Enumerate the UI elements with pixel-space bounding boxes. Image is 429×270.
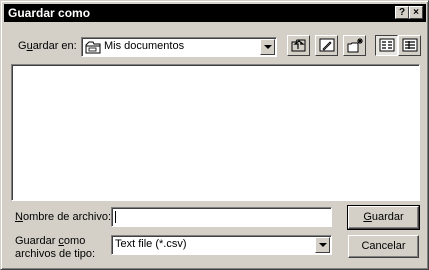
details-view-icon <box>402 38 418 52</box>
filename-label: Nombre de archivo: <box>15 211 111 223</box>
desktop-icon <box>319 38 335 52</box>
save-in-dropdown[interactable]: Mis documentos <box>81 37 277 57</box>
up-folder-icon <box>291 39 306 52</box>
new-folder-button[interactable] <box>343 35 366 56</box>
desktop-button[interactable] <box>315 35 338 56</box>
filename-input[interactable] <box>111 207 332 227</box>
list-view-button[interactable] <box>375 35 398 56</box>
folder-icon <box>85 40 101 57</box>
filetype-value: Text file (*.csv) <box>115 238 187 250</box>
chevron-down-icon[interactable] <box>260 39 275 55</box>
new-folder-icon <box>347 38 363 53</box>
file-list-pane[interactable] <box>11 64 420 201</box>
save-in-value: Mis documentos <box>104 40 185 52</box>
filetype-label: Guardar como archivos de tipo: <box>15 235 96 260</box>
close-button[interactable]: × <box>409 6 423 19</box>
list-view-icon <box>379 38 395 52</box>
help-button[interactable]: ? <box>395 6 409 19</box>
up-one-level-button[interactable] <box>287 35 310 56</box>
details-view-button[interactable] <box>398 35 421 56</box>
save-button[interactable]: Guardar <box>347 205 420 230</box>
save-as-dialog: Guardar como ? × Guardar en: Mis documen… <box>0 0 429 270</box>
chevron-down-icon[interactable] <box>315 237 330 253</box>
dialog-title: Guardar como <box>8 6 91 20</box>
text-caret <box>115 211 116 223</box>
cancel-button[interactable]: Cancelar <box>348 235 419 258</box>
filetype-dropdown[interactable]: Text file (*.csv) <box>111 235 332 255</box>
title-bar[interactable]: Guardar como ? × <box>4 4 426 22</box>
save-in-label: Guardar en: <box>18 40 77 52</box>
